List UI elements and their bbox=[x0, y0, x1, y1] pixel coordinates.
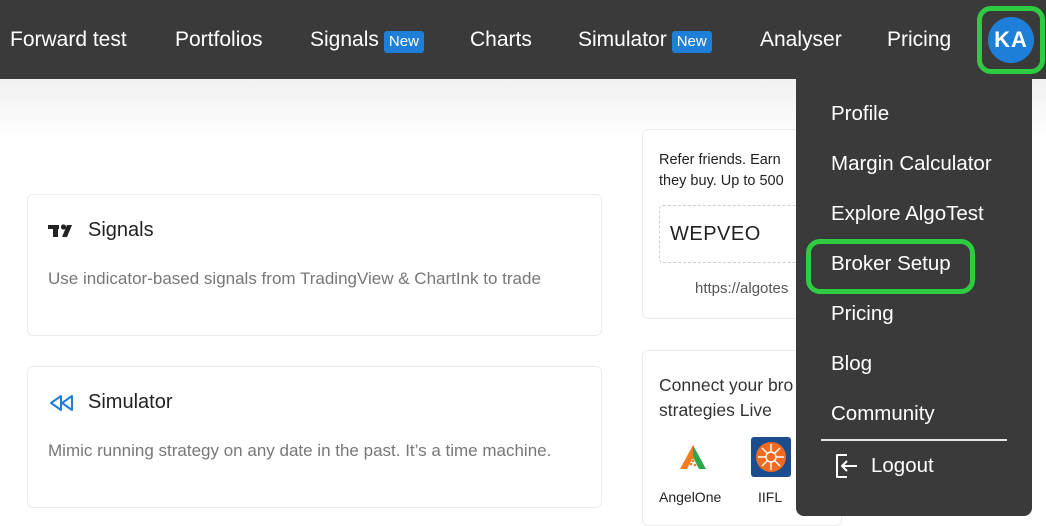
referral-link[interactable]: https://algotes bbox=[695, 280, 788, 297]
tradingview-icon bbox=[48, 220, 78, 242]
nav-charts[interactable]: Charts bbox=[470, 0, 532, 79]
referral-text-line2: they buy. Up to 500 bbox=[659, 173, 784, 189]
menu-item-pricing[interactable]: Pricing bbox=[831, 302, 894, 326]
nav-simulator[interactable]: Simulator New bbox=[578, 0, 712, 79]
signals-card-title: Signals bbox=[88, 219, 154, 241]
nav-forward-test-label: Forward test bbox=[10, 27, 127, 51]
menu-item-broker-setup[interactable]: Broker Setup bbox=[831, 252, 951, 276]
signals-card-title-row: Signals bbox=[48, 219, 154, 242]
nav-pricing-label: Pricing bbox=[887, 27, 952, 51]
nav-analyser[interactable]: Analyser bbox=[760, 0, 842, 79]
new-badge: New bbox=[383, 30, 424, 53]
broker-connect-text: Connect your bro strategies Live bbox=[659, 373, 809, 423]
nav-portfolios[interactable]: Portfolios bbox=[175, 0, 263, 79]
menu-item-profile[interactable]: Profile bbox=[831, 102, 889, 126]
simulator-card-description: Mimic running strategy on any date in th… bbox=[48, 441, 552, 460]
menu-item-community[interactable]: Community bbox=[831, 402, 935, 426]
referral-code-box[interactable]: WEPVEO bbox=[659, 205, 819, 263]
logout-icon bbox=[833, 452, 861, 480]
nav-signals-label: Signals bbox=[310, 27, 379, 51]
angelone-logo[interactable] bbox=[675, 439, 711, 475]
referral-text: Refer friends. Earn they buy. Up to 500 bbox=[659, 150, 809, 192]
broker-connect-line1: Connect your bro bbox=[659, 375, 794, 395]
simulator-card-title: Simulator bbox=[88, 391, 173, 413]
user-dropdown-menu: Profile Margin Calculator Explore AlgoTe… bbox=[796, 79, 1032, 516]
top-nav-bar: Forward test Portfolios Signals New Char… bbox=[0, 0, 1046, 79]
nav-simulator-label: Simulator bbox=[578, 27, 667, 51]
nav-forward-test[interactable]: Forward test bbox=[10, 0, 127, 79]
signals-card-description: Use indicator-based signals from Trading… bbox=[48, 269, 541, 288]
nav-analyser-label: Analyser bbox=[760, 27, 842, 51]
broker-name-iifl: IIFL bbox=[758, 489, 783, 505]
nav-pricing[interactable]: Pricing bbox=[887, 0, 951, 79]
simulator-card-title-row: Simulator bbox=[48, 391, 172, 414]
broker-connect-line2: strategies Live bbox=[659, 400, 772, 420]
new-badge: New bbox=[671, 30, 712, 53]
logout-label: Logout bbox=[871, 454, 934, 477]
iifl-logo[interactable] bbox=[751, 437, 791, 477]
signals-card[interactable]: Signals Use indicator-based signals from… bbox=[27, 194, 602, 336]
nav-charts-label: Charts bbox=[470, 27, 532, 51]
nav-signals[interactable]: Signals New bbox=[310, 0, 424, 79]
referral-code: WEPVEO bbox=[670, 222, 761, 245]
avatar[interactable]: KA bbox=[988, 17, 1034, 63]
referral-text-line1: Refer friends. Earn bbox=[659, 152, 781, 168]
rewind-icon bbox=[48, 392, 78, 414]
nav-portfolios-label: Portfolios bbox=[175, 27, 263, 51]
menu-divider bbox=[821, 439, 1007, 441]
simulator-card[interactable]: Simulator Mimic running strategy on any … bbox=[27, 366, 602, 508]
menu-item-blog[interactable]: Blog bbox=[831, 352, 872, 376]
logout-button[interactable]: Logout bbox=[833, 452, 934, 480]
menu-item-margin-calculator[interactable]: Margin Calculator bbox=[831, 152, 992, 176]
avatar-highlight: KA bbox=[977, 6, 1045, 74]
broker-name-angelone: AngelOne bbox=[659, 489, 722, 505]
menu-item-explore-algotest[interactable]: Explore AlgoTest bbox=[831, 202, 984, 226]
